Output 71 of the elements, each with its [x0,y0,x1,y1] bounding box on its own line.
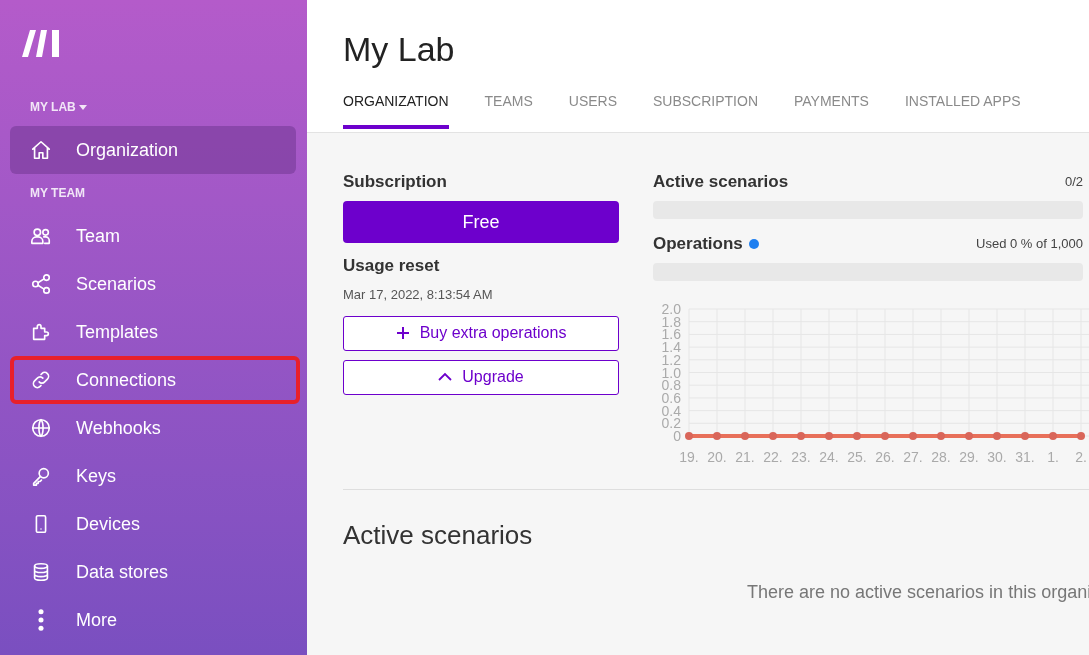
x-axis-label: 1. [1047,449,1059,465]
sidebar-item[interactable]: Team [10,212,296,260]
link-icon [30,369,52,391]
x-axis-label: 28. [931,449,951,465]
page-title: My Lab [343,29,456,70]
upgrade-button[interactable]: Upgrade [343,359,619,395]
x-axis-label: 24. [819,449,839,465]
key-icon [30,465,52,487]
sidebar-item[interactable]: Scenarios [10,260,296,308]
sidebar-item[interactable]: Connections [10,356,300,404]
chart-point [881,432,889,440]
chart-point [853,432,861,440]
x-axis-label: 23. [791,449,811,465]
chart-point [965,432,973,440]
tab[interactable]: USERS [568,91,617,129]
reset-time: Mar 17, 2022, 8:13:54 AM [343,286,494,304]
x-axis-label: 30. [987,449,1007,465]
x-axis-label: 27. [903,449,923,465]
chart-point [797,432,805,440]
chart-point [741,432,749,440]
people-icon [30,225,52,247]
sidebar-item[interactable]: Webhooks [10,404,296,452]
x-axis-label: 25. [847,449,867,465]
section-heading: Usage reset [343,255,441,277]
chart-point [713,432,721,440]
chart-point [825,432,833,440]
sidebar-item[interactable]: Templates [10,308,296,356]
x-axis-label: 2. [1075,449,1087,465]
section-label: MY TEAM [29,185,87,202]
plan-badge: Free [343,201,619,243]
tab[interactable]: PAYMENTS [794,91,869,129]
x-axis-label: 29. [959,449,979,465]
sidebar-item[interactable]: Organization [10,126,296,174]
meter-reading: Used 0 % of 1,000 [976,235,1083,254]
sidebar-item[interactable]: Devices [10,500,296,548]
meter-label: Active scenarios [653,171,789,193]
tab[interactable]: TEAMS [484,91,533,129]
chart-point [993,432,1001,440]
section-label[interactable]: MY LAB [30,98,76,116]
caret-icon[interactable] [78,104,87,110]
x-axis-label: 19. [679,449,699,465]
section-title: Active scenarios [343,519,534,552]
globe-icon [30,417,52,439]
tab[interactable]: SUBSCRIPTION [653,91,758,129]
section-heading: Subscription [343,171,448,193]
logo-icon[interactable] [22,30,62,58]
chart-point [1049,432,1057,440]
sidebar-item[interactable]: Keys [10,452,296,500]
chart-point [1021,432,1029,440]
tab[interactable]: INSTALLED APPS [904,91,1021,129]
x-axis-label: 20. [707,449,727,465]
chart-point [1077,432,1085,440]
house-icon [30,139,52,161]
x-axis-label: 26. [875,449,895,465]
buy-operations-button[interactable]: Buy extra operations [343,315,619,351]
sidebar-item[interactable]: Data stores [10,548,296,596]
x-axis-label: 22. [763,449,783,465]
meter-label: Operations [653,233,743,255]
x-axis-label: 21. [735,449,755,465]
puzzle-icon [30,321,52,343]
chart-point [909,432,917,440]
plus-icon [395,326,410,340]
chart-point [769,432,777,440]
meter-reading: 0/2 [1064,173,1083,192]
share-icon [30,273,52,295]
chart-point [685,432,693,440]
chart-point [937,432,945,440]
sidebar-item[interactable]: More [10,596,296,644]
x-axis-label: 31. [1015,449,1035,465]
more-icon [38,609,44,631]
tab[interactable]: ORGANIZATION [343,91,449,129]
